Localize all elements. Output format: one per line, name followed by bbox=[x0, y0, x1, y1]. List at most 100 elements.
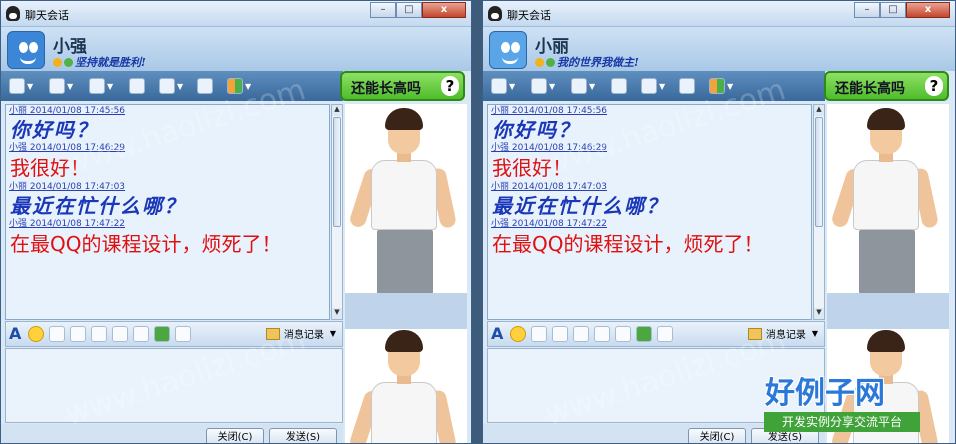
avatar[interactable] bbox=[489, 31, 527, 69]
message-meta[interactable]: 小强 2014/01/08 17:47:22 bbox=[491, 218, 811, 231]
screen-capture-icon[interactable] bbox=[175, 326, 191, 342]
message-text: 在最QQ的课程设计，烦死了！ bbox=[10, 232, 282, 256]
picture-icon bbox=[197, 78, 213, 94]
character-figure bbox=[348, 330, 458, 443]
ad-banner[interactable]: 还能长高吗? bbox=[340, 71, 465, 101]
remote-assist-button[interactable]: ▼ bbox=[159, 76, 183, 96]
scroll-thumb[interactable] bbox=[333, 117, 341, 227]
close-window-button[interactable]: x bbox=[422, 2, 466, 18]
video-call-button[interactable]: ▼ bbox=[9, 76, 33, 96]
image-icon[interactable] bbox=[133, 326, 149, 342]
ad-banner[interactable]: 还能长高吗? bbox=[824, 71, 949, 101]
message-meta[interactable]: 小强 2014/01/08 17:47:22 bbox=[9, 218, 329, 231]
status-badge-icon bbox=[546, 58, 555, 67]
chevron-down-icon: ▼ bbox=[329, 329, 336, 338]
chevron-down-icon: ▼ bbox=[811, 329, 818, 338]
ad-question-mark: ? bbox=[441, 76, 459, 96]
scroll-down-arrow-icon[interactable]: ▼ bbox=[332, 308, 342, 319]
maximize-button[interactable]: □ bbox=[880, 2, 906, 18]
close-window-button[interactable]: x bbox=[906, 2, 950, 18]
title-bar: 聊天会话 – □ x bbox=[1, 1, 471, 27]
chevron-down-icon: ▼ bbox=[67, 81, 74, 91]
voice-message-icon[interactable] bbox=[573, 326, 589, 342]
screen-capture-icon[interactable] bbox=[657, 326, 673, 342]
folder-icon bbox=[571, 78, 587, 94]
picture-icon bbox=[679, 78, 695, 94]
signature-text: 我的世界我做主! bbox=[557, 56, 639, 69]
site-watermark-logo: 好例子网 开发实例分享交流平台 bbox=[762, 368, 922, 444]
create-discussion-button[interactable] bbox=[129, 76, 145, 96]
minimize-button[interactable]: – bbox=[854, 2, 880, 18]
title-bar: 聊天会话 – □ x bbox=[483, 1, 955, 27]
screenshot-button[interactable] bbox=[197, 76, 213, 96]
monitor-icon bbox=[159, 78, 175, 94]
chevron-down-icon: ▼ bbox=[27, 81, 34, 91]
send-button[interactable]: 发送(S) bbox=[269, 428, 337, 443]
chevron-down-icon: ▼ bbox=[549, 81, 556, 91]
message-text: 在最QQ的课程设计，烦死了！ bbox=[492, 232, 764, 256]
screenshot-button[interactable] bbox=[679, 76, 695, 96]
folder-icon bbox=[89, 78, 105, 94]
music-icon[interactable] bbox=[636, 326, 652, 342]
scroll-up-arrow-icon[interactable]: ▲ bbox=[814, 105, 824, 116]
scroll-thumb[interactable] bbox=[815, 117, 823, 227]
image-icon[interactable] bbox=[615, 326, 631, 342]
music-icon[interactable] bbox=[154, 326, 170, 342]
handwriting-icon[interactable] bbox=[112, 326, 128, 342]
create-discussion-button[interactable] bbox=[611, 76, 627, 96]
shake-icon[interactable] bbox=[49, 326, 65, 342]
window-title: 聊天会话 bbox=[25, 9, 69, 22]
signature-text: 坚持就是胜利! bbox=[75, 56, 146, 69]
monitor-icon bbox=[641, 78, 657, 94]
minimize-button[interactable]: – bbox=[370, 2, 396, 18]
voice-call-button[interactable]: ▼ bbox=[531, 76, 555, 96]
status-badge-icon bbox=[64, 58, 73, 67]
voice-message-icon[interactable] bbox=[91, 326, 107, 342]
handwriting-icon[interactable] bbox=[594, 326, 610, 342]
scroll-down-arrow-icon[interactable]: ▼ bbox=[814, 308, 824, 319]
add-group-icon bbox=[611, 78, 627, 94]
font-icon[interactable]: A bbox=[491, 326, 505, 342]
star-badge-icon bbox=[535, 58, 544, 67]
camera-icon bbox=[9, 78, 25, 94]
emoji-icon[interactable] bbox=[510, 326, 526, 342]
add-group-icon bbox=[129, 78, 145, 94]
send-file-button[interactable]: ▼ bbox=[571, 76, 595, 96]
magic-expression-icon[interactable] bbox=[70, 326, 86, 342]
close-button[interactable]: 关闭(C) bbox=[688, 428, 746, 443]
remote-assist-button[interactable]: ▼ bbox=[641, 76, 665, 96]
showcase-divider bbox=[827, 293, 949, 329]
action-bar: 关闭(C) 发送(S) bbox=[1, 424, 343, 443]
avatar-showcase bbox=[345, 104, 467, 443]
chevron-down-icon: ▼ bbox=[589, 81, 596, 91]
signature: 我的世界我做主! bbox=[535, 54, 639, 70]
video-call-button[interactable]: ▼ bbox=[491, 76, 515, 96]
shake-icon[interactable] bbox=[531, 326, 547, 342]
chat-scrollbar[interactable]: ▲ ▼ bbox=[331, 104, 343, 320]
chevron-down-icon: ▼ bbox=[659, 81, 666, 91]
watermark-brand: 好例子网 bbox=[765, 376, 885, 411]
chevron-down-icon: ▼ bbox=[509, 81, 516, 91]
maximize-button[interactable]: □ bbox=[396, 2, 422, 18]
ad-text: 还能长高吗 bbox=[351, 81, 421, 97]
font-icon[interactable]: A bbox=[9, 326, 23, 342]
star-badge-icon bbox=[53, 58, 62, 67]
chevron-down-icon: ▼ bbox=[177, 81, 184, 91]
microphone-icon bbox=[531, 78, 547, 94]
scroll-up-arrow-icon[interactable]: ▲ bbox=[332, 105, 342, 116]
contact-header: 小强 坚持就是胜利! bbox=[1, 27, 471, 71]
message-meta[interactable]: 小丽 2014/01/08 17:47:03 bbox=[9, 181, 329, 194]
contact-header: 小丽 我的世界我做主! bbox=[483, 27, 955, 71]
magic-expression-icon[interactable] bbox=[552, 326, 568, 342]
close-button[interactable]: 关闭(C) bbox=[206, 428, 264, 443]
message-meta[interactable]: 小丽 2014/01/08 17:47:03 bbox=[491, 181, 811, 194]
message-text: 我很好！ bbox=[492, 156, 572, 180]
avatar[interactable] bbox=[7, 31, 45, 69]
character-figure bbox=[830, 108, 940, 294]
voice-call-button[interactable]: ▼ bbox=[49, 76, 73, 96]
message-text: 最近在忙什么哪？ bbox=[492, 194, 668, 218]
emoji-icon[interactable] bbox=[28, 326, 44, 342]
send-file-button[interactable]: ▼ bbox=[89, 76, 113, 96]
chat-scrollbar[interactable]: ▲ ▼ bbox=[813, 104, 825, 320]
character-figure bbox=[348, 108, 458, 294]
